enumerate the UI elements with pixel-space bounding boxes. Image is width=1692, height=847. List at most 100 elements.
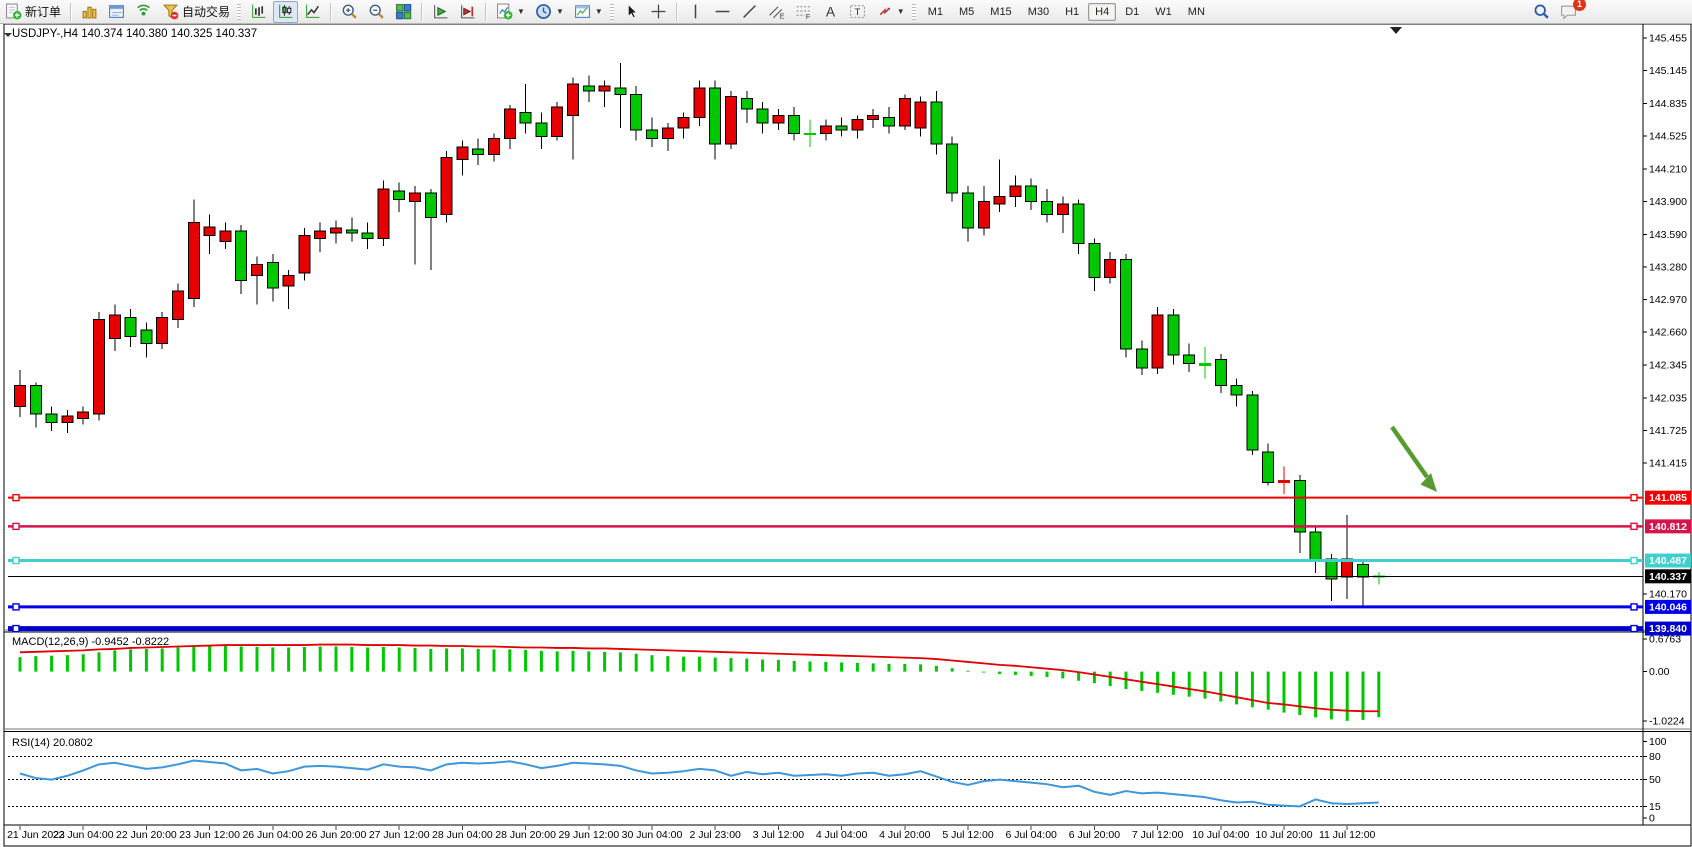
chart-candles-icon [277, 3, 294, 20]
candlestick-chart-button[interactable] [273, 1, 298, 23]
timeframe-button-d1[interactable]: D1 [1118, 3, 1146, 21]
timeframe-button-h1[interactable]: H1 [1058, 3, 1086, 21]
hline-marker[interactable] [13, 604, 19, 610]
rsi-label: RSI(14) 20.0802 [12, 737, 93, 749]
notifications-button[interactable]: 1 [1556, 1, 1581, 23]
timeframe-button-m15[interactable]: M15 [983, 3, 1018, 21]
candle [599, 86, 610, 91]
new-order-button[interactable]: 新订单 [1, 1, 65, 23]
candle [425, 193, 436, 217]
timeframe-button-m30[interactable]: M30 [1021, 3, 1056, 21]
time-axis-label: 26 Jun 20:00 [306, 829, 367, 841]
search-icon [1533, 3, 1550, 20]
navigator-button[interactable] [131, 1, 156, 23]
trendline-button[interactable] [737, 1, 762, 23]
horizontal-line-button[interactable] [710, 1, 735, 23]
hline-marker[interactable] [13, 626, 19, 632]
price-badge-label: 140.337 [1649, 571, 1687, 583]
toolbar-drag-handle[interactable] [237, 4, 241, 20]
hline-marker[interactable] [1631, 604, 1637, 610]
timeframe-button-m5[interactable]: M5 [952, 3, 981, 21]
arrows-button[interactable]: ▼ [872, 1, 909, 23]
candle [820, 126, 831, 133]
candle [647, 130, 658, 138]
candle [394, 191, 405, 199]
time-axis-label: 6 Jul 04:00 [1006, 829, 1058, 841]
toolbar-separator [330, 3, 332, 21]
dropdown-caret-icon[interactable]: ▼ [517, 7, 525, 16]
dropdown-caret-icon[interactable]: ▼ [556, 7, 564, 16]
text-button[interactable]: A [818, 1, 843, 23]
auto-scroll-button[interactable] [428, 1, 453, 23]
line-chart-button[interactable] [300, 1, 325, 23]
time-axis-label: 3 Jul 12:00 [753, 829, 805, 841]
candle [331, 228, 342, 233]
price-tick-label: 143.280 [1649, 261, 1687, 273]
vertical-line-button[interactable] [683, 1, 708, 23]
time-axis-label: 26 Jun 04:00 [242, 829, 303, 841]
time-axis-label: 5 Jul 12:00 [942, 829, 994, 841]
candle [1184, 355, 1195, 363]
candle [994, 196, 1005, 203]
rsi-axis-label: 80 [1649, 751, 1661, 763]
market-watch-button[interactable] [77, 1, 102, 23]
auto-trading-button[interactable]: 自动交易 [158, 1, 234, 23]
time-axis-label: 6 Jul 20:00 [1069, 829, 1121, 841]
candle [662, 128, 673, 139]
crosshair-button[interactable] [646, 1, 671, 23]
time-axis-label: 23 Jun 12:00 [179, 829, 240, 841]
tile-windows-button[interactable] [391, 1, 416, 23]
search-button[interactable] [1529, 1, 1554, 23]
fibo-icon: F [795, 3, 812, 20]
candle [1263, 452, 1274, 482]
zoom-out-button[interactable] [364, 1, 389, 23]
dropdown-caret-icon[interactable]: ▼ [595, 7, 603, 16]
timeframe-button-h4[interactable]: H4 [1088, 3, 1116, 21]
candle [315, 231, 326, 238]
timeframe-button-mn[interactable]: MN [1181, 3, 1212, 21]
chart-line-icon [304, 3, 321, 20]
hline-marker[interactable] [13, 558, 19, 564]
fibonacci-button[interactable]: F [791, 1, 816, 23]
candle [915, 102, 926, 128]
zoom-in-button[interactable] [337, 1, 362, 23]
rsi-axis-label: 50 [1649, 774, 1661, 786]
timeframe-button-m1[interactable]: M1 [921, 3, 950, 21]
indicators-button[interactable]: ▼ [492, 1, 529, 23]
price-tick-label: 143.590 [1649, 229, 1687, 241]
rsi-axis-label: 100 [1649, 736, 1667, 748]
dropdown-caret-icon[interactable]: ▼ [897, 7, 905, 16]
hline-marker[interactable] [13, 523, 19, 529]
toolbar-drag-handle[interactable] [610, 4, 614, 20]
cursor-button[interactable] [619, 1, 644, 23]
hline-marker[interactable] [1631, 495, 1637, 501]
candle [473, 149, 484, 154]
hline-marker[interactable] [1631, 558, 1637, 564]
candle [15, 386, 26, 407]
candle [283, 275, 294, 286]
svg-text:A: A [826, 3, 836, 19]
toolbar-drag-handle[interactable] [912, 4, 916, 20]
price-tick-label: 143.900 [1649, 196, 1687, 208]
candle [1168, 315, 1179, 355]
svg-text:F: F [806, 14, 810, 20]
bar-chart-button[interactable] [246, 1, 271, 23]
timeframe-button-w1[interactable]: W1 [1148, 3, 1179, 21]
chart-background [0, 24, 1692, 847]
templates-button[interactable]: ▼ [570, 1, 607, 23]
chart-shift-button[interactable] [455, 1, 480, 23]
equidistant-channel-button[interactable]: E [764, 1, 789, 23]
candle [836, 126, 847, 130]
arrows-icon [876, 3, 893, 20]
hline-marker[interactable] [1631, 523, 1637, 529]
periods-button[interactable]: ▼ [531, 1, 568, 23]
hline-marker[interactable] [1631, 626, 1637, 632]
data-window-button[interactable] [104, 1, 129, 23]
candle [299, 235, 310, 273]
time-axis-label: 7 Jul 12:00 [1132, 829, 1184, 841]
candle [1136, 349, 1147, 368]
candle [789, 115, 800, 133]
candle [757, 109, 768, 123]
hline-marker[interactable] [13, 495, 19, 501]
text-label-button[interactable]: T [845, 1, 870, 23]
